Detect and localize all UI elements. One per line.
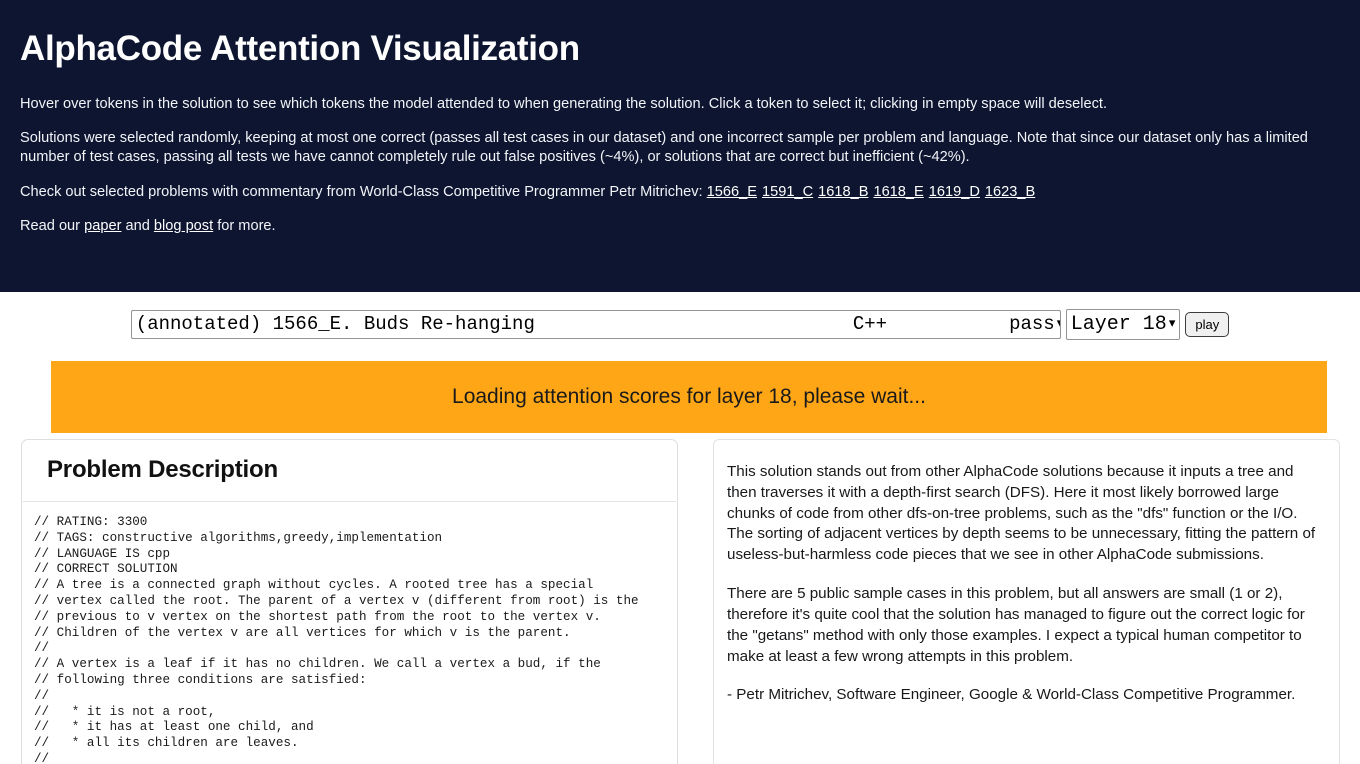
controls-bar: (annotated) 1566_E. Buds Re-hanging C++ … bbox=[0, 309, 1360, 340]
intro-paragraph-commentary: Check out selected problems with comment… bbox=[20, 183, 1340, 202]
solution-select-language: C++ bbox=[852, 313, 888, 335]
commentary-attribution: - Petr Mitrichev, Software Engineer, Goo… bbox=[727, 686, 1296, 704]
main-content: Problem Description // RATING: 3300 // T… bbox=[0, 439, 1360, 764]
solution-select[interactable]: (annotated) 1566_E. Buds Re-hanging C++ … bbox=[130, 310, 1061, 339]
intro-paragraph-hover: Hover over tokens in the solution to see… bbox=[20, 95, 1108, 112]
problem-link-1618-e[interactable]: 1618_E bbox=[873, 184, 923, 200]
play-button[interactable]: play bbox=[1185, 312, 1230, 337]
panel-divider bbox=[23, 501, 676, 502]
solution-select-status: pass bbox=[1009, 313, 1055, 335]
chevron-down-icon: ▾ bbox=[1057, 317, 1060, 330]
problem-link-1566-e[interactable]: 1566_E bbox=[707, 184, 757, 200]
chevron-down-icon: ▾ bbox=[1168, 316, 1176, 331]
problem-description-code[interactable]: // RATING: 3300 // TAGS: constructive al… bbox=[34, 515, 677, 764]
commentary-paragraph-1: This solution stands out from other Alph… bbox=[727, 463, 1316, 564]
page-header: AlphaCode Attention Visualization Hover … bbox=[0, 0, 1360, 292]
panel-gap bbox=[678, 439, 713, 764]
layer-select[interactable]: Layer 18 ▾ bbox=[1065, 309, 1181, 340]
readmore-suffix-text: for more. bbox=[217, 218, 276, 235]
commentary-panel: This solution stands out from other Alph… bbox=[713, 439, 1340, 764]
layer-select-value: Layer 18 bbox=[1070, 313, 1167, 336]
paper-link[interactable]: paper bbox=[84, 218, 121, 234]
loading-banner: Loading attention scores for layer 18, p… bbox=[51, 361, 1327, 433]
intro-paragraph-readmore: Read our paper and blog post for more. bbox=[20, 217, 1340, 236]
problem-description-panel: Problem Description // RATING: 3300 // T… bbox=[21, 439, 678, 764]
problem-description-heading: Problem Description bbox=[47, 456, 278, 483]
problem-link-1618-b[interactable]: 1618_B bbox=[818, 184, 868, 200]
problem-link-1591-c[interactable]: 1591_C bbox=[762, 184, 813, 200]
commentary-paragraph-2: There are 5 public sample cases in this … bbox=[727, 585, 1305, 665]
problem-link-1619-d[interactable]: 1619_D bbox=[929, 184, 980, 200]
commentary-prefix-text: Check out selected problems with comment… bbox=[20, 183, 703, 200]
page-title: AlphaCode Attention Visualization bbox=[20, 29, 580, 68]
solution-select-name: (annotated) 1566_E. Buds Re-hanging bbox=[135, 313, 535, 335]
problem-link-1623-b[interactable]: 1623_B bbox=[985, 184, 1035, 200]
readmore-prefix-text: Read our bbox=[20, 218, 81, 235]
loading-message: Loading attention scores for layer 18, p… bbox=[452, 385, 926, 408]
readmore-mid-text: and bbox=[125, 218, 150, 235]
intro-paragraph-selection: Solutions were selected randomly, keepin… bbox=[20, 130, 1308, 165]
blog-post-link[interactable]: blog post bbox=[154, 218, 213, 234]
